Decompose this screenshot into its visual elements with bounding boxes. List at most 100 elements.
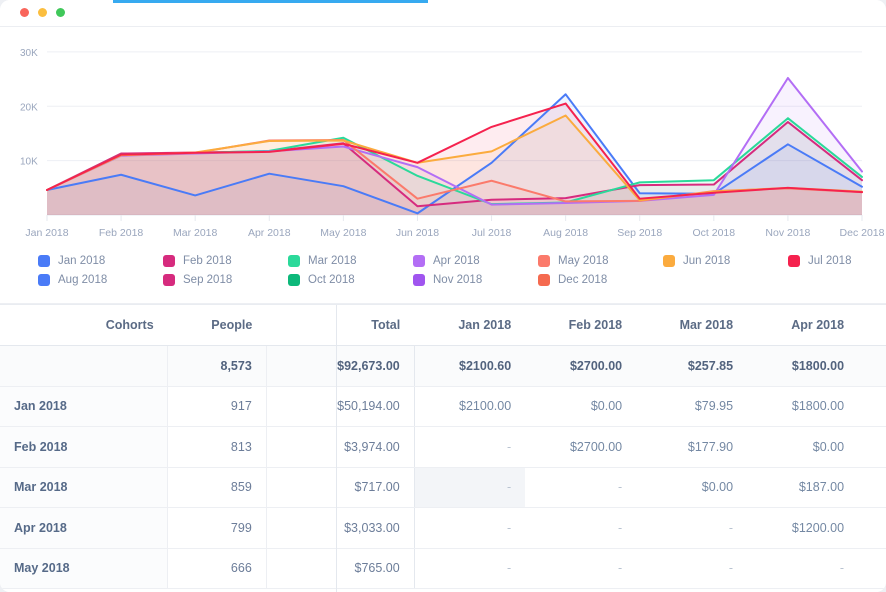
cell-month-revenue: $2700.00	[525, 346, 636, 387]
window-controls	[20, 8, 65, 17]
legend-color-swatch	[788, 255, 800, 267]
cell-people-count: 917	[168, 386, 267, 427]
column-header-cohorts[interactable]: Cohorts	[0, 305, 168, 346]
cell-month-revenue: $187.00	[747, 467, 858, 508]
column-header-month[interactable]: Apr 2018	[747, 305, 858, 346]
cell-month-revenue: $478.00	[858, 508, 886, 549]
legend-color-swatch	[288, 255, 300, 267]
legend-item[interactable]: Jul 2018	[788, 255, 886, 267]
cell-total-revenue: $92,673.00	[266, 346, 414, 387]
legend-item[interactable]: Sep 2018	[163, 274, 288, 286]
cell-month-revenue: $0.00	[858, 548, 886, 589]
legend-item[interactable]: Nov 2018	[413, 274, 538, 286]
legend-item[interactable]: Mar 2018	[288, 255, 413, 267]
legend-item-label: Sep 2018	[183, 274, 232, 286]
legend-item[interactable]: Apr 2018	[413, 255, 538, 267]
legend-item-label: May 2018	[558, 255, 609, 267]
legend-item-label: Aug 2018	[58, 274, 107, 286]
x-axis-tick-label: May 2018	[320, 227, 366, 239]
x-axis-tick-label: Apr 2018	[248, 227, 291, 239]
legend-item-label: Feb 2018	[183, 255, 232, 267]
cell-total-revenue: $3,974.00	[266, 427, 414, 468]
legend-item-label: Dec 2018	[558, 274, 607, 286]
x-axis-tick-label: Jul 2018	[472, 227, 512, 239]
cell-month-revenue: -	[636, 508, 747, 549]
close-window-button[interactable]	[20, 8, 29, 17]
legend-color-swatch	[38, 274, 50, 286]
legend-color-swatch	[413, 274, 425, 286]
y-axis-tick-label: 10K	[20, 157, 38, 168]
chart-legend: Jan 2018 Feb 2018 Mar 2018 Apr 2018 May 2018…	[0, 251, 886, 304]
cell-month-revenue: -	[747, 548, 858, 589]
x-axis-tick-label: Aug 2018	[543, 227, 588, 239]
maximize-window-button[interactable]	[56, 8, 65, 17]
legend-color-swatch	[538, 274, 550, 286]
table-row[interactable]: Feb 2018813$3,974.00-$2700.00$177.90$0.0…	[0, 427, 886, 468]
cell-month-revenue: $2100.00	[414, 386, 525, 427]
table-row[interactable]: May 2018666$765.00----$0.00$79.95	[0, 548, 886, 589]
legend-item[interactable]: Jun 2018	[663, 255, 788, 267]
cell-month-revenue: -	[414, 548, 525, 589]
cell-month-revenue: $3700.60	[858, 346, 886, 387]
cell-cohort-name: Mar 2018	[0, 467, 168, 508]
cell-month-revenue: $79.95	[636, 386, 747, 427]
legend-item-label: Mar 2018	[308, 255, 357, 267]
legend-color-swatch	[538, 255, 550, 267]
column-header-total[interactable]: Total	[266, 305, 414, 346]
cell-month-revenue: $1200.00	[747, 508, 858, 549]
legend-item-label: Jan 2018	[58, 255, 105, 267]
legend-item[interactable]: Oct 2018	[288, 274, 413, 286]
legend-color-swatch	[163, 255, 175, 267]
table-row[interactable]: Jan 2018917$50,194.00$2100.00$0.00$79.95…	[0, 386, 886, 427]
cell-month-revenue: $0.00	[858, 467, 886, 508]
cell-total-revenue: $3,033.00	[266, 508, 414, 549]
legend-color-swatch	[38, 255, 50, 267]
cell-cohort-name: Feb 2018	[0, 427, 168, 468]
cell-month-revenue: -	[525, 548, 636, 589]
table-header-row: Cohorts People Total Jan 2018Feb 2018Mar…	[0, 305, 886, 346]
app-window: 10K20K30KJan 2018Feb 2018Mar 2018Apr 201…	[0, 0, 886, 592]
legend-color-swatch	[413, 255, 425, 267]
cell-month-revenue: $0.00	[636, 467, 747, 508]
cell-month-revenue: $0.00	[525, 386, 636, 427]
legend-item[interactable]: May 2018	[538, 255, 663, 267]
column-header-month[interactable]: Feb 2018	[525, 305, 636, 346]
cell-total-revenue: $50,194.00	[266, 386, 414, 427]
minimize-window-button[interactable]	[38, 8, 47, 17]
cell-people-count: 666	[168, 548, 267, 589]
x-axis-tick-label: Sep 2018	[617, 227, 662, 239]
cell-month-revenue: $177.90	[636, 427, 747, 468]
cell-cohort-name: Apr 2018	[0, 508, 168, 549]
cell-month-revenue: -	[525, 467, 636, 508]
table-summary-row[interactable]: 8,573$92,673.00$2100.60$2700.00$257.85$1…	[0, 346, 886, 387]
column-header-month[interactable]: Jan 2018	[414, 305, 525, 346]
window-titlebar	[0, 0, 886, 27]
table-row[interactable]: Mar 2018859$717.00--$0.00$187.00$0.00$23…	[0, 467, 886, 508]
cohort-table-body: 8,573$92,673.00$2100.60$2700.00$257.85$1…	[0, 346, 886, 589]
chart-canvas: 10K20K30KJan 2018Feb 2018Mar 2018Apr 201…	[0, 27, 886, 251]
cell-month-revenue: $1800.00	[747, 346, 858, 387]
legend-color-swatch	[288, 274, 300, 286]
cohort-table-container[interactable]: Cohorts People Total Jan 2018Feb 2018Mar…	[0, 304, 886, 592]
cell-month-revenue: -	[525, 508, 636, 549]
column-header-month[interactable]: May 20…	[858, 305, 886, 346]
legend-color-swatch	[163, 274, 175, 286]
legend-item-label: Jul 2018	[808, 255, 851, 267]
legend-row-1: Jan 2018 Feb 2018 Mar 2018 Apr 2018 May 2018…	[38, 255, 848, 267]
legend-item[interactable]: Feb 2018	[163, 255, 288, 267]
legend-item[interactable]: Jan 2018	[38, 255, 163, 267]
cell-cohort-name: May 2018	[0, 548, 168, 589]
cell-month-revenue: -	[414, 427, 525, 468]
table-row[interactable]: Apr 2018799$3,033.00---$1200.00$478.00$4…	[0, 508, 886, 549]
cohort-table: Cohorts People Total Jan 2018Feb 2018Mar…	[0, 305, 886, 589]
legend-item-label: Apr 2018	[433, 255, 480, 267]
column-header-people[interactable]: People	[168, 305, 267, 346]
cell-total-revenue: $717.00	[266, 467, 414, 508]
legend-item[interactable]: Aug 2018	[38, 274, 163, 286]
column-header-month[interactable]: Mar 2018	[636, 305, 747, 346]
cohort-revenue-chart: 10K20K30KJan 2018Feb 2018Mar 2018Apr 201…	[0, 27, 886, 251]
cohort-table-head: Cohorts People Total Jan 2018Feb 2018Mar…	[0, 305, 886, 346]
legend-item[interactable]: Dec 2018	[538, 274, 663, 286]
active-tab-indicator	[113, 0, 428, 3]
cell-people-count: 799	[168, 508, 267, 549]
